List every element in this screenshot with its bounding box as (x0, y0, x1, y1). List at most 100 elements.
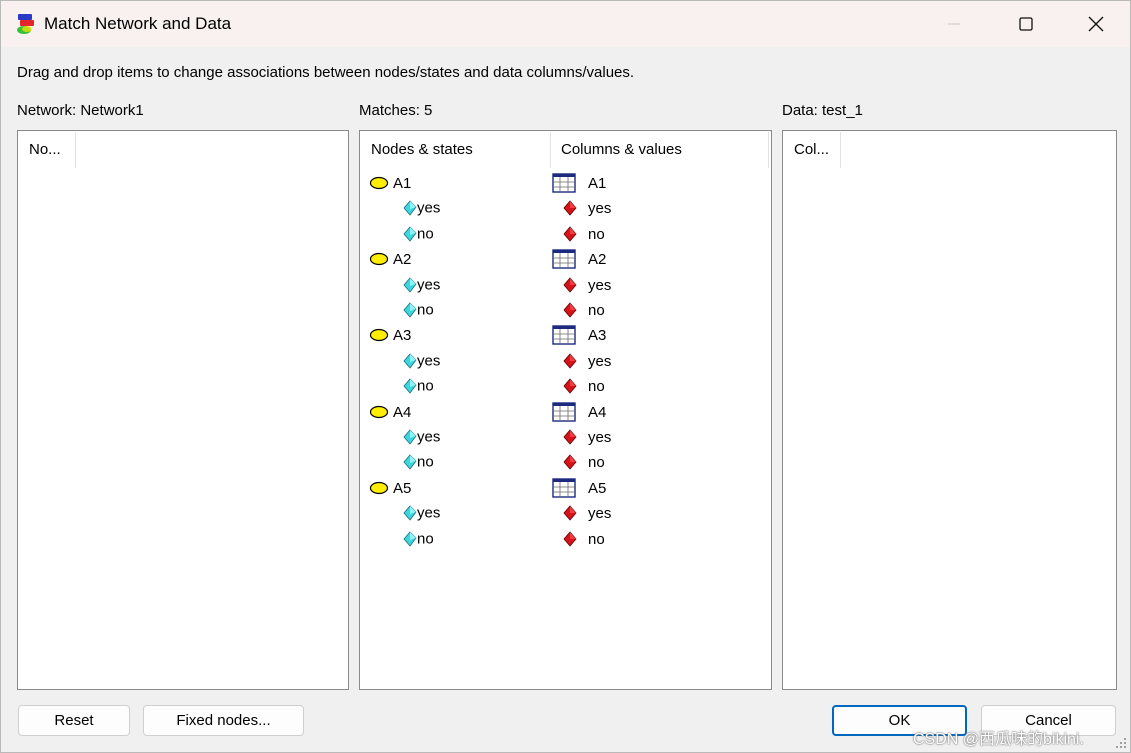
state-diamond-icon (403, 277, 417, 293)
match-node-item[interactable]: A5 (369, 475, 411, 500)
value-diamond-icon (563, 302, 577, 318)
value-name: no (588, 377, 605, 395)
match-state-item[interactable]: yes (403, 195, 440, 220)
value-diamond-icon (563, 505, 577, 521)
state-name: no (417, 301, 434, 319)
state-diamond-icon (403, 429, 417, 445)
match-value-item[interactable]: yes (563, 195, 611, 220)
match-value-item[interactable]: yes (563, 424, 611, 449)
value-diamond-icon (563, 429, 577, 445)
state-name: yes (417, 199, 441, 217)
value-name: yes (588, 428, 612, 446)
value-diamond-icon (563, 200, 577, 216)
title-bar[interactable]: Match Network and Data (1, 1, 1130, 47)
columns-values-column-header[interactable]: Columns & values (551, 132, 769, 168)
value-name: yes (588, 199, 612, 217)
node-name: A2 (393, 250, 412, 268)
match-value-item[interactable]: yes (563, 272, 611, 297)
table-column-icon (552, 478, 576, 498)
match-column-item[interactable]: A2 (552, 246, 606, 271)
match-value-item[interactable]: no (563, 221, 605, 246)
state-diamond-icon (403, 378, 417, 394)
state-diamond-icon (403, 302, 417, 318)
state-diamond-icon (403, 505, 417, 521)
network-nodes-list[interactable]: No... (17, 130, 349, 690)
match-state-item[interactable]: yes (403, 272, 440, 297)
match-value-item[interactable]: no (563, 373, 605, 398)
match-column-item[interactable]: A5 (552, 475, 606, 500)
state-diamond-icon (403, 200, 417, 216)
node-ellipse-icon (369, 176, 389, 190)
matches-list[interactable]: Nodes & states Columns & values A1 A1 yes y… (359, 130, 772, 690)
match-state-item[interactable]: no (403, 373, 434, 398)
node-name: A3 (393, 326, 412, 344)
value-diamond-icon (563, 353, 577, 369)
match-value-item[interactable]: yes (563, 500, 611, 525)
state-name: yes (417, 276, 441, 294)
value-name: no (588, 301, 605, 319)
data-column-header[interactable]: Col... (784, 132, 841, 168)
close-button[interactable] (1060, 1, 1130, 47)
instructions-text: Drag and drop items to change associatio… (17, 64, 635, 81)
value-name: yes (588, 504, 612, 522)
match-column-item[interactable]: A4 (552, 399, 606, 424)
column-name: A4 (588, 403, 607, 421)
reset-button[interactable]: Reset (18, 705, 130, 736)
watermark-text: CSDN @西瓜味的bikini. (913, 731, 1084, 748)
match-column-item[interactable]: A3 (552, 322, 606, 347)
minimize-button[interactable] (918, 1, 990, 47)
maximize-button[interactable] (990, 1, 1062, 47)
match-column-item[interactable]: A1 (552, 170, 606, 195)
maximize-icon (1019, 17, 1033, 31)
node-name: A1 (393, 174, 412, 192)
value-name: yes (588, 352, 612, 370)
nodes-states-column-header[interactable]: Nodes & states (361, 132, 551, 168)
column-name: A1 (588, 174, 607, 192)
match-state-item[interactable]: no (403, 526, 434, 551)
data-columns-list[interactable]: Col... (782, 130, 1117, 690)
value-diamond-icon (563, 531, 577, 547)
state-name: yes (417, 504, 441, 522)
state-name: no (417, 453, 434, 471)
column-name: A3 (588, 326, 607, 344)
value-diamond-icon (563, 226, 577, 242)
node-ellipse-icon (369, 252, 389, 266)
node-ellipse-icon (369, 328, 389, 342)
match-state-item[interactable]: yes (403, 424, 440, 449)
match-node-item[interactable]: A3 (369, 322, 411, 347)
state-diamond-icon (403, 353, 417, 369)
node-ellipse-icon (369, 481, 389, 495)
match-state-item[interactable]: yes (403, 500, 440, 525)
match-value-item[interactable]: no (563, 449, 605, 474)
network-column-header[interactable]: No... (19, 132, 76, 168)
match-state-item[interactable]: no (403, 449, 434, 474)
match-state-item[interactable]: yes (403, 348, 440, 373)
window-title: Match Network and Data (44, 14, 232, 33)
state-name: no (417, 377, 434, 395)
match-node-item[interactable]: A1 (369, 170, 411, 195)
value-diamond-icon (563, 454, 577, 470)
match-state-item[interactable]: no (403, 297, 434, 322)
value-name: no (588, 453, 605, 471)
match-state-item[interactable]: no (403, 221, 434, 246)
fixed-nodes-button[interactable]: Fixed nodes... (143, 705, 304, 736)
resize-grip-icon[interactable] (1115, 737, 1127, 749)
network-panel-label: Network: Network1 (17, 102, 144, 119)
match-value-item[interactable]: yes (563, 348, 611, 373)
match-node-item[interactable]: A4 (369, 399, 411, 424)
table-column-icon (552, 402, 576, 422)
column-name: A5 (588, 479, 607, 497)
node-name: A5 (393, 479, 412, 497)
match-value-item[interactable]: no (563, 297, 605, 322)
value-diamond-icon (563, 378, 577, 394)
table-column-icon (552, 249, 576, 269)
node-ellipse-icon (369, 405, 389, 419)
app-logo-icon (17, 14, 34, 34)
state-diamond-icon (403, 531, 417, 547)
state-diamond-icon (403, 454, 417, 470)
state-diamond-icon (403, 226, 417, 242)
state-name: yes (417, 352, 441, 370)
match-value-item[interactable]: no (563, 526, 605, 551)
match-node-item[interactable]: A2 (369, 246, 411, 271)
close-icon (1088, 16, 1104, 32)
